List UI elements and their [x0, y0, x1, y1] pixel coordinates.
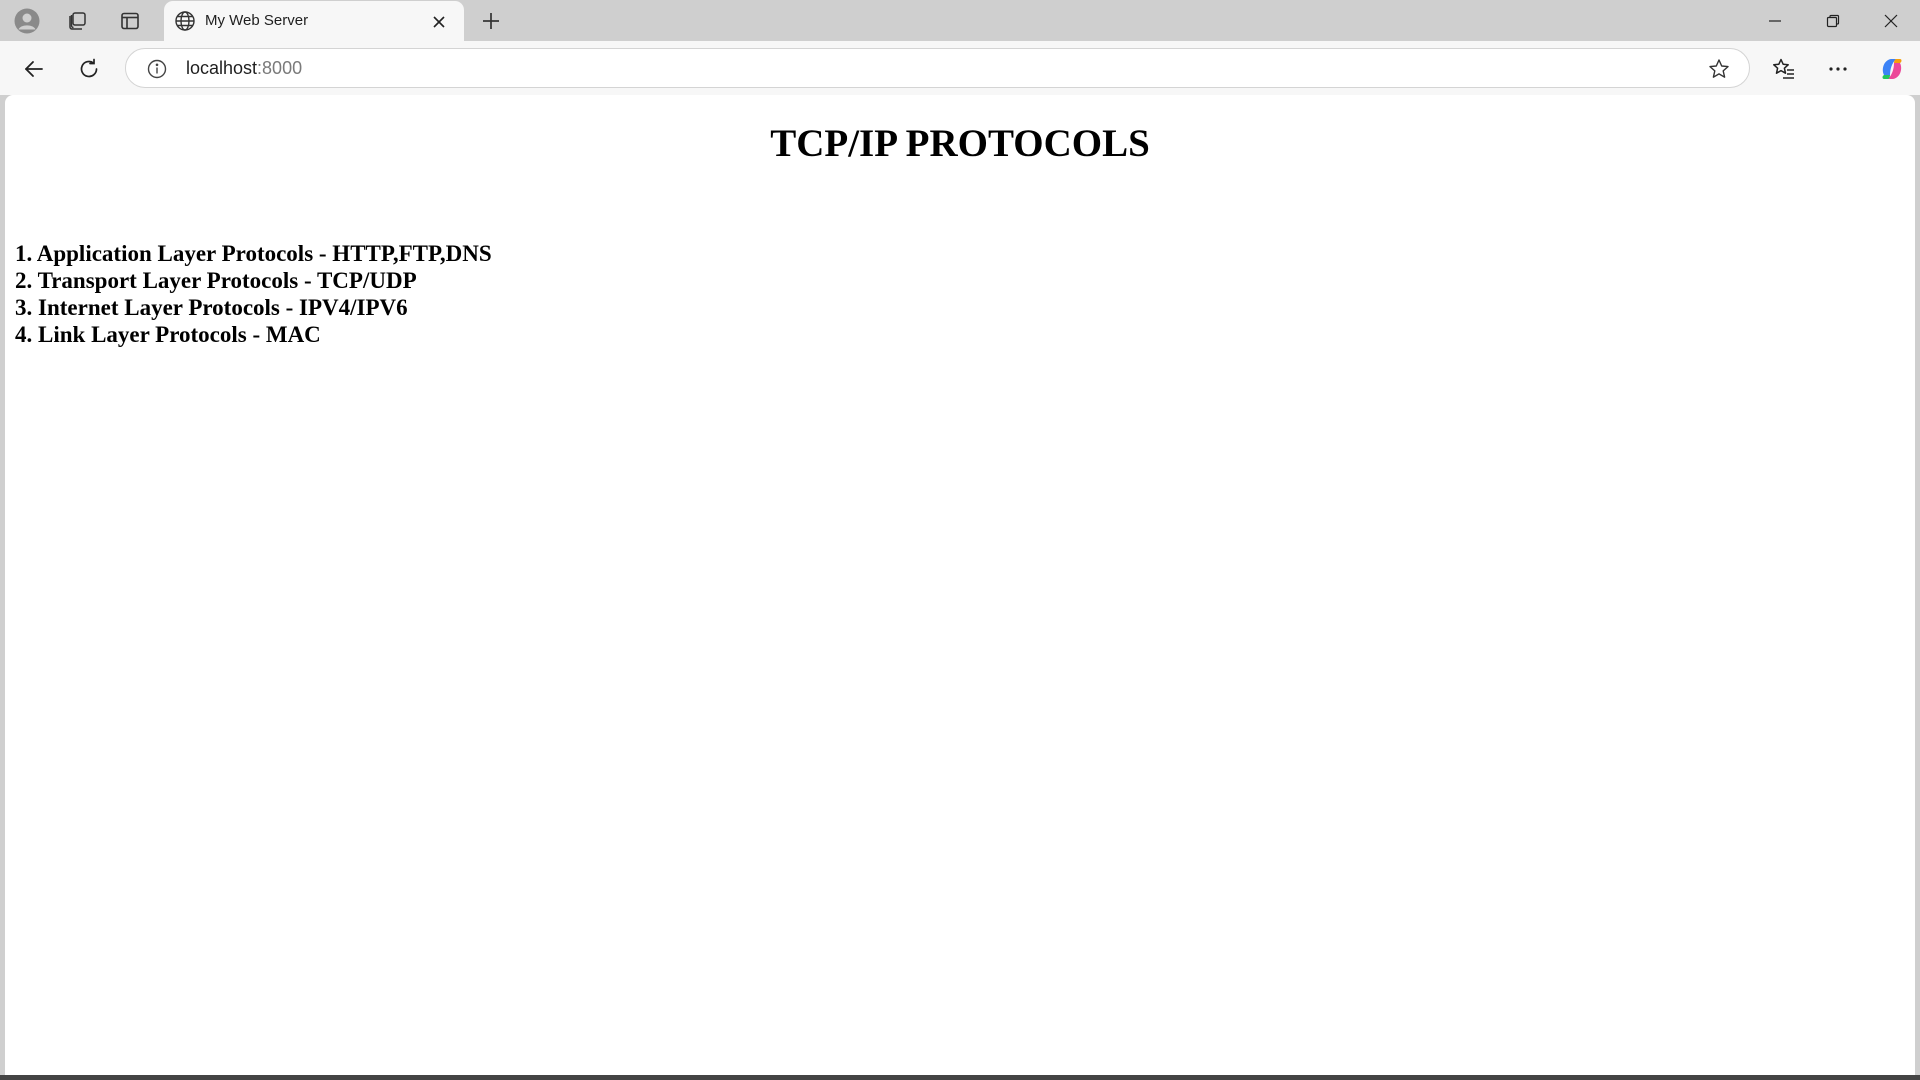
- globe-icon: [174, 10, 196, 32]
- profile-avatar-icon[interactable]: [12, 6, 42, 36]
- page-viewport: TCP/IP PROTOCOLS 1. Application Layer Pr…: [5, 95, 1915, 1075]
- window-bottom-edge: [0, 1075, 1920, 1080]
- vertical-tabs-icon[interactable]: [115, 6, 145, 36]
- address-bar[interactable]: localhost:8000: [125, 48, 1750, 88]
- list-item: 3. Internet Layer Protocols - IPV4/IPV6: [15, 295, 408, 320]
- restore-button[interactable]: [1804, 0, 1862, 41]
- workspaces-icon[interactable]: [62, 6, 92, 36]
- new-tab-button[interactable]: [476, 6, 506, 36]
- protocol-list: 1. Application Layer Protocols - HTTP,FT…: [15, 240, 492, 348]
- favorites-icon[interactable]: [1766, 51, 1802, 87]
- star-icon[interactable]: [1707, 57, 1731, 81]
- back-arrow-icon[interactable]: [16, 51, 52, 87]
- list-item: 2. Transport Layer Protocols - TCP/UDP: [15, 268, 417, 293]
- list-item: 4. Link Layer Protocols - MAC: [15, 322, 321, 347]
- browser-toolbar: localhost:8000: [0, 41, 1920, 95]
- tab-title: My Web Server: [205, 12, 309, 29]
- url-port: :8000: [257, 58, 303, 78]
- reload-icon[interactable]: [71, 51, 107, 87]
- info-icon[interactable]: [146, 58, 168, 80]
- minimize-button[interactable]: [1746, 0, 1804, 41]
- tab-my-web-server[interactable]: My Web Server: [164, 1, 464, 42]
- more-icon[interactable]: [1820, 51, 1856, 87]
- close-tab-icon[interactable]: [426, 9, 452, 35]
- url-text[interactable]: localhost:8000: [186, 58, 302, 79]
- close-window-button[interactable]: [1862, 0, 1920, 41]
- tab-strip: My Web Server: [0, 0, 1920, 42]
- copilot-icon[interactable]: [1874, 51, 1910, 87]
- list-item: 1. Application Layer Protocols - HTTP,FT…: [15, 241, 492, 266]
- url-host: localhost: [186, 58, 258, 78]
- page-heading: TCP/IP PROTOCOLS: [770, 122, 1150, 165]
